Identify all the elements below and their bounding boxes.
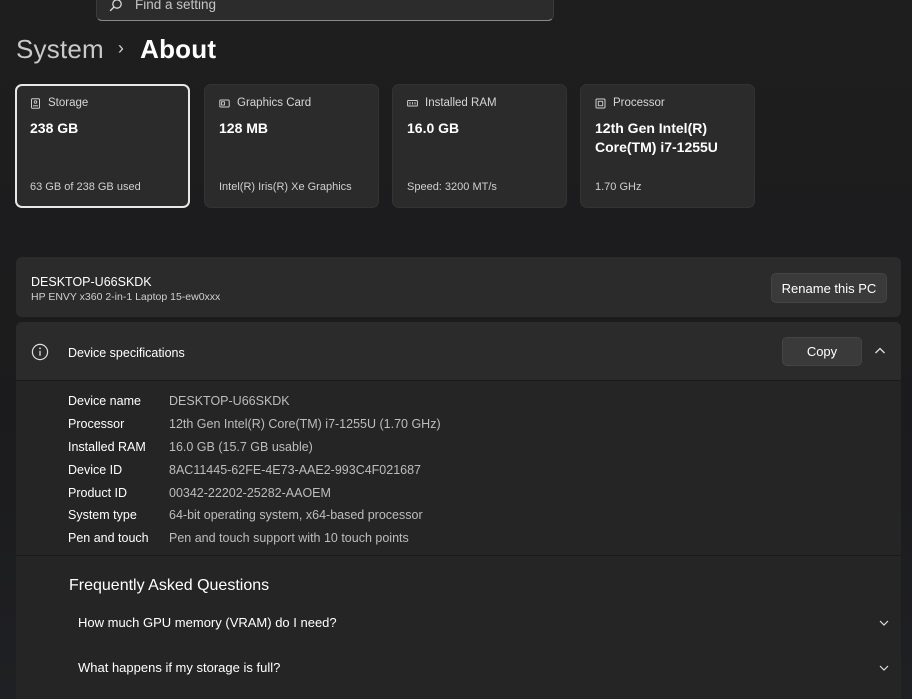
- faq-question: What happens if my storage is full?: [78, 660, 281, 675]
- graphics-card-card[interactable]: Graphics Card 128 MB Intel(R) Iris(R) Xe…: [204, 84, 379, 208]
- graphics-card-title: Graphics Card: [237, 97, 312, 109]
- spec-row: Device ID 8AC11445-62FE-4E73-AAE2-993C4F…: [68, 458, 441, 481]
- spec-key: System type: [68, 508, 137, 523]
- spec-value: DESKTOP-U66SKDK: [169, 394, 290, 409]
- graphics-card-sub: Intel(R) Iris(R) Xe Graphics: [219, 181, 352, 193]
- breadcrumb: System › About: [16, 34, 216, 65]
- pc-model: HP ENVY x360 2-in-1 Laptop 15-ew0xxx: [31, 291, 221, 303]
- chevron-down-icon: [879, 620, 889, 626]
- search-input[interactable]: Find a setting: [96, 0, 554, 21]
- faq-item-storage-full[interactable]: What happens if my storage is full?: [78, 660, 889, 675]
- page-title: About: [140, 34, 217, 64]
- spec-key: Product ID: [68, 485, 128, 500]
- storage-card-title: Storage: [48, 97, 89, 109]
- installed-ram-sub: Speed: 3200 MT/s: [407, 181, 497, 193]
- rename-pc-button[interactable]: Rename this PC: [771, 273, 887, 303]
- graphics-card-icon: [219, 99, 230, 107]
- storage-card-sub: 63 GB of 238 GB used: [30, 181, 141, 193]
- spec-value: 64-bit operating system, x64-based proce…: [169, 508, 423, 523]
- spec-key: Device name: [68, 394, 141, 409]
- storage-card[interactable]: Storage 238 GB 63 GB of 238 GB used: [15, 84, 190, 208]
- info-icon: [31, 343, 49, 361]
- spec-table: Device name DESKTOP-U66SKDK Processor 12…: [68, 390, 441, 550]
- breadcrumb-separator-icon: ›: [117, 38, 125, 58]
- processor-value: 12th Gen Intel(R) Core(TM) i7-1255U: [595, 120, 718, 155]
- spec-row: Processor 12th Gen Intel(R) Core(TM) i7-…: [68, 413, 441, 436]
- pc-name: DESKTOP-U66SKDK: [31, 275, 152, 289]
- processor-sub: 1.70 GHz: [595, 181, 642, 193]
- search-placeholder: Find a setting: [135, 0, 217, 12]
- processor-title: Processor: [613, 97, 665, 109]
- processor-icon: [595, 98, 606, 108]
- copy-button[interactable]: Copy: [782, 337, 862, 366]
- spec-key: Processor: [68, 417, 125, 432]
- storage-icon: [31, 97, 40, 109]
- installed-ram-card[interactable]: Installed RAM 16.0 GB Speed: 3200 MT/s: [392, 84, 567, 208]
- device-specifications-title: Device specifications: [68, 346, 185, 360]
- spec-key: Device ID: [68, 462, 123, 477]
- spec-row: Pen and touch Pen and touch support with…: [68, 527, 441, 550]
- chevron-down-icon: [879, 665, 889, 671]
- ram-icon: [407, 99, 418, 106]
- spec-value: 16.0 GB (15.7 GB usable): [169, 439, 313, 454]
- installed-ram-value: 16.0 GB: [407, 120, 460, 136]
- faq-title: Frequently Asked Questions: [69, 577, 270, 594]
- search-icon: [109, 0, 122, 11]
- spec-row: Product ID 00342-22202-25282-AAOEM: [68, 481, 441, 504]
- spec-value: 12th Gen Intel(R) Core(TM) i7-1255U (1.7…: [169, 417, 441, 432]
- processor-card[interactable]: Processor 12th Gen Intel(R) Core(TM) i7-…: [580, 84, 755, 208]
- faq-item-vram[interactable]: How much GPU memory (VRAM) do I need?: [78, 615, 889, 630]
- installed-ram-title: Installed RAM: [425, 97, 497, 109]
- storage-card-value: 238 GB: [30, 120, 79, 136]
- spec-row: System type 64-bit operating system, x64…: [68, 504, 441, 527]
- breadcrumb-system[interactable]: System: [16, 34, 104, 65]
- device-specifications-panel: Device specifications Copy Device name D…: [16, 322, 901, 699]
- spec-row: Installed RAM 16.0 GB (15.7 GB usable): [68, 436, 441, 459]
- chevron-up-icon[interactable]: [873, 344, 887, 358]
- device-specifications-header[interactable]: Device specifications Copy: [16, 322, 901, 381]
- spec-row: Device name DESKTOP-U66SKDK: [68, 390, 441, 413]
- spec-key: Pen and touch: [68, 531, 149, 546]
- spec-value: Pen and touch support with 10 touch poin…: [169, 531, 409, 546]
- spec-value: 8AC11445-62FE-4E73-AAE2-993C4F021687: [169, 462, 422, 477]
- faq-question: How much GPU memory (VRAM) do I need?: [78, 615, 337, 630]
- divider: [16, 555, 901, 556]
- spec-value: 00342-22202-25282-AAOEM: [169, 485, 331, 500]
- pc-name-panel: DESKTOP-U66SKDK HP ENVY x360 2-in-1 Lapt…: [16, 257, 901, 317]
- spec-key: Installed RAM: [68, 439, 146, 454]
- graphics-card-value: 128 MB: [219, 120, 269, 136]
